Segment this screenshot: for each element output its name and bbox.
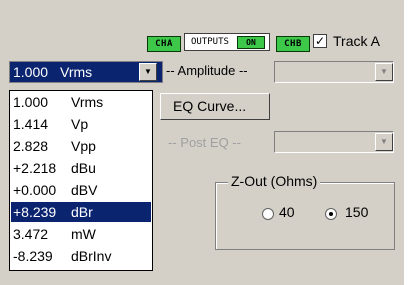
zout-150-label: 150 [345,204,369,220]
amplitude-label: -- Amplitude -- [166,63,248,78]
option-value: -8.239 [13,248,53,264]
unit-option[interactable]: 1.000 Vrms [11,92,151,112]
amplitude-unit: Vrms [60,64,93,80]
unit-option[interactable]: 2.828 Vpp [11,136,151,156]
option-unit: Vrms [71,94,104,110]
radio-selected-dot [329,212,333,216]
option-value: 1.000 [13,94,49,110]
track-a-label: Track A [333,33,380,49]
unit-option[interactable]: 3.472 mW [11,224,151,244]
chevron-down-icon: ▼ [380,137,388,146]
option-unit: dBrInv [71,248,112,264]
eq-curve-button[interactable]: EQ Curve... [160,93,270,120]
outputs-on-indicator: ON [237,36,265,49]
amplitude-channel-dropdown-button[interactable]: ▼ [375,63,393,81]
option-value: 3.472 [13,226,49,242]
option-value: +8.239 [13,204,57,220]
option-unit: dBu [71,160,96,176]
chevron-down-icon: ▼ [144,67,152,76]
zout-150-radio[interactable] [325,208,337,220]
unit-option[interactable]: +0.000 dBV [11,180,151,200]
option-value: 1.414 [13,116,49,132]
window-background [404,0,420,285]
zout-40-label: 40 [279,204,295,220]
zout-title: Z-Out (Ohms) [228,173,321,189]
option-unit: dBV [71,182,98,198]
unit-option[interactable]: +2.218 dBu [11,158,151,178]
option-unit: Vpp [71,138,96,154]
unit-option[interactable]: 1.414 Vp [11,114,151,134]
post-eq-dropdown-button[interactable]: ▼ [375,133,393,151]
zout-40-radio[interactable] [262,208,274,220]
option-value: +0.000 [13,182,57,198]
post-eq-label: -- Post EQ -- [168,135,241,150]
outputs-label: OUTPUTS [191,37,229,47]
amplitude-unit-dropdown-list: 1.000 Vrms 1.414 Vp 2.828 Vpp +2.218 dBu… [9,90,153,271]
option-unit: dBr [71,204,93,220]
option-value: +2.218 [13,160,57,176]
channel-a-led: CHA [147,36,181,52]
track-a-checkbox[interactable]: ✓ [313,34,327,48]
option-unit: mW [71,226,96,242]
option-unit: Vp [71,116,89,132]
amplitude-value: 1.000 [13,64,49,80]
chevron-down-icon: ▼ [380,67,388,76]
amplitude-unit-dropdown-button[interactable]: ▼ [139,63,157,81]
channel-b-led: CHB [276,36,310,52]
unit-option[interactable]: -8.239 dBrInv [11,246,151,266]
outputs-toggle[interactable]: OUTPUTS ON [184,33,270,51]
option-value: 2.828 [13,138,49,154]
unit-option-selected[interactable]: +8.239 dBr [11,202,151,222]
